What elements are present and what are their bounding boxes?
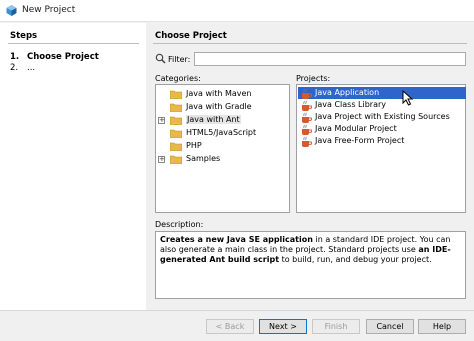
next-button[interactable]: Next > — [259, 319, 307, 334]
project-label: Java Project with Existing Sources — [315, 112, 450, 121]
folder-icon — [170, 155, 182, 164]
folder-icon — [170, 142, 182, 151]
categories-tree[interactable]: Java with Maven Java with Gradle + Java … — [155, 84, 290, 213]
description-box: Creates a new Java SE application in a s… — [155, 231, 466, 299]
category-label: Java with Maven — [186, 89, 252, 98]
main-heading: Choose Project — [155, 31, 227, 41]
button-bar: < Back Next > Finish Cancel Help — [0, 310, 474, 341]
categories-label: Categories: — [155, 74, 201, 83]
project-item-java-class-library[interactable]: Java Class Library — [298, 99, 466, 111]
category-label: HTML5/JavaScript — [186, 128, 257, 137]
java-project-icon — [302, 124, 312, 135]
description-bold-1: Creates a new Java SE application — [160, 235, 313, 244]
projects-label: Projects: — [296, 74, 331, 83]
mouse-cursor-icon — [402, 90, 414, 106]
category-item-java-with-gradle[interactable]: Java with Gradle — [156, 101, 289, 114]
java-project-icon — [302, 112, 312, 123]
folder-icon — [170, 129, 182, 138]
netbeans-icon — [6, 5, 17, 16]
expand-icon[interactable]: + — [158, 156, 165, 163]
filter-label: Filter: — [168, 55, 191, 64]
main-divider — [153, 43, 467, 44]
category-label: Java with Gradle — [186, 102, 252, 111]
folder-icon — [170, 116, 182, 125]
category-item-samples[interactable]: + Samples — [156, 153, 289, 166]
filter-input[interactable] — [194, 52, 466, 66]
back-button[interactable]: < Back — [206, 319, 254, 334]
expand-icon[interactable]: + — [158, 117, 165, 124]
project-label: Java Application — [315, 88, 380, 97]
category-item-php[interactable]: PHP — [156, 140, 289, 153]
project-item-java-modular-project[interactable]: Java Modular Project — [298, 123, 466, 135]
finish-button[interactable]: Finish — [312, 319, 360, 334]
search-icon — [155, 53, 166, 64]
project-item-java-existing-sources[interactable]: Java Project with Existing Sources — [298, 111, 466, 123]
java-project-icon — [302, 100, 312, 111]
step-number: 2. — [10, 63, 19, 73]
java-project-icon — [302, 88, 312, 99]
window-title: New Project — [22, 5, 76, 15]
category-label: Samples — [186, 154, 221, 163]
folder-icon — [170, 90, 182, 99]
project-label: Java Class Library — [315, 100, 387, 109]
folder-icon — [170, 103, 182, 112]
step-number: 1. — [10, 52, 20, 62]
projects-list[interactable]: Java Application Java Class Library Java… — [296, 84, 466, 213]
steps-divider — [8, 43, 139, 44]
category-item-html5-javascript[interactable]: HTML5/JavaScript — [156, 127, 289, 140]
project-item-java-free-form-project[interactable]: Java Free-Form Project — [298, 135, 466, 147]
help-button[interactable]: Help — [418, 319, 466, 334]
category-label: PHP — [186, 141, 202, 150]
step-item-1: 1. Choose Project — [10, 52, 99, 62]
java-project-icon — [302, 136, 312, 147]
cancel-button[interactable]: Cancel — [366, 319, 414, 334]
category-item-java-with-maven[interactable]: Java with Maven — [156, 88, 289, 101]
category-label: Java with Ant — [186, 115, 241, 124]
step-label: Choose Project — [27, 52, 99, 62]
category-item-java-with-ant[interactable]: + Java with Ant — [156, 114, 289, 127]
steps-heading: Steps — [10, 31, 38, 41]
step-label: ... — [27, 63, 36, 73]
description-label: Description: — [155, 220, 204, 229]
step-item-2: 2.... — [10, 63, 35, 73]
project-label: Java Free-Form Project — [315, 136, 405, 145]
description-text-2: to build, run, and debug your project. — [279, 255, 432, 264]
title-bar: New Project — [0, 0, 474, 22]
project-item-java-application[interactable]: Java Application — [298, 87, 466, 99]
project-label: Java Modular Project — [315, 124, 397, 133]
